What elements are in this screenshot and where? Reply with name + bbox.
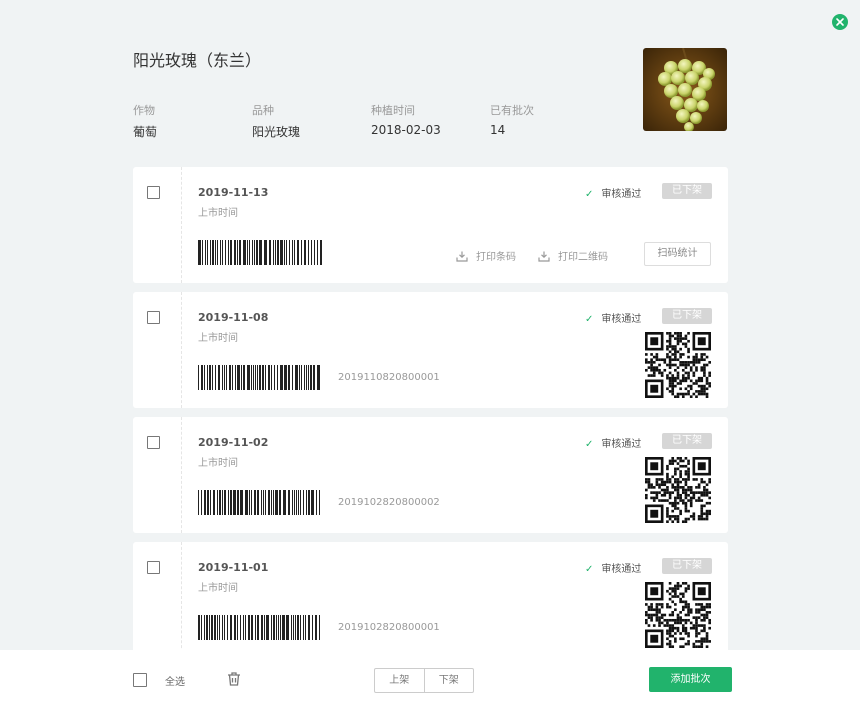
meta-value: 14 [490, 123, 506, 137]
meta-value: 阳光玫瑰 [252, 125, 301, 139]
select-all-label[interactable]: 全选 [165, 673, 185, 688]
close-icon [836, 18, 844, 26]
review-status-text: 审核通过 [601, 189, 642, 200]
meta-label: 品种 [252, 104, 274, 117]
download-icon [538, 251, 550, 262]
barcode-image [198, 490, 320, 515]
card-divider [181, 417, 182, 533]
print-barcode-button[interactable]: 打印条码 [456, 248, 516, 263]
batch-card: 2019-11-08 上市时间 2019110820800001 ✓ 审核通过 已… [133, 292, 728, 408]
barcode-image [198, 365, 320, 390]
print-barcode-label: 打印条码 [476, 252, 516, 263]
print-qrcode-label: 打印二维码 [558, 252, 608, 263]
review-status-text: 审核通过 [601, 314, 642, 325]
barcode-number: 2019110820800001 [338, 372, 440, 383]
review-status-text: 审核通过 [601, 439, 642, 450]
meta-label: 已有批次 [490, 104, 534, 117]
meta-crop: 作物 葡萄 [133, 102, 157, 140]
meta-value: 葡萄 [133, 125, 158, 139]
product-photo [643, 48, 727, 131]
meta-planting-time: 种植时间 2018-02-03 [371, 102, 441, 137]
download-icon [456, 251, 468, 262]
card-divider [181, 542, 182, 658]
meta-batch-count: 已有批次 14 [490, 102, 534, 137]
meta-variety: 品种 阳光玫瑰 [252, 102, 300, 140]
review-status: ✓ 审核通过 [585, 185, 641, 200]
meta-value: 2018-02-03 [371, 123, 441, 137]
barcode-number: 2019102820800001 [338, 622, 440, 633]
batch-date-label: 上市时间 [198, 458, 238, 469]
barcode-image [198, 240, 322, 265]
close-button[interactable] [832, 14, 848, 30]
barcode-image [198, 615, 320, 640]
batch-checkbox[interactable] [147, 561, 160, 574]
status-badge: 已下架 [662, 183, 712, 199]
batch-card: 2019-11-13 上市时间 ✓ 审核通过 已下架 打印条码 打印二维码 扫码统… [133, 167, 728, 283]
batch-date: 2019-11-02 [198, 436, 269, 449]
batch-date: 2019-11-13 [198, 186, 269, 199]
trash-icon[interactable] [226, 671, 242, 687]
review-status: ✓ 审核通过 [585, 560, 641, 575]
qr-code-image [645, 457, 711, 523]
status-badge: 已下架 [662, 558, 712, 574]
check-icon: ✓ [585, 189, 594, 200]
batch-date-label: 上市时间 [198, 333, 238, 344]
check-icon: ✓ [585, 564, 594, 575]
batch-card: 2019-11-02 上市时间 2019102820800002 ✓ 审核通过 已… [133, 417, 728, 533]
batch-checkbox[interactable] [147, 186, 160, 199]
review-status: ✓ 审核通过 [585, 310, 641, 325]
qr-code-image [645, 582, 711, 648]
qr-code-image [645, 332, 711, 398]
batch-card: 2019-11-01 上市时间 2019102820800001 ✓ 审核通过 已… [133, 542, 728, 658]
batch-checkbox[interactable] [147, 436, 160, 449]
meta-label: 种植时间 [371, 104, 415, 117]
batch-date-label: 上市时间 [198, 583, 238, 594]
card-divider [181, 167, 182, 283]
footer-bar: 全选 上架 下架 添加批次 [0, 650, 860, 701]
check-icon: ✓ [585, 314, 594, 325]
batch-date: 2019-11-01 [198, 561, 269, 574]
print-qrcode-button[interactable]: 打印二维码 [538, 248, 608, 263]
list-off-button[interactable]: 下架 [423, 669, 474, 692]
batch-checkbox[interactable] [147, 311, 160, 324]
listing-toggle: 上架 下架 [374, 668, 474, 693]
card-divider [181, 292, 182, 408]
check-icon: ✓ [585, 439, 594, 450]
batch-date-label: 上市时间 [198, 208, 238, 219]
add-batch-button[interactable]: 添加批次 [649, 667, 732, 692]
review-status: ✓ 审核通过 [585, 435, 641, 450]
barcode-number: 2019102820800002 [338, 497, 440, 508]
review-status-text: 审核通过 [601, 564, 642, 575]
batch-date: 2019-11-08 [198, 311, 269, 324]
status-badge: 已下架 [662, 308, 712, 324]
select-all-checkbox[interactable] [133, 673, 147, 687]
meta-label: 作物 [133, 104, 155, 117]
page-title: 阳光玫瑰（东兰） [133, 51, 262, 70]
status-badge: 已下架 [662, 433, 712, 449]
scan-stats-button[interactable]: 扫码统计 [644, 242, 711, 266]
list-on-button[interactable]: 上架 [375, 669, 424, 692]
